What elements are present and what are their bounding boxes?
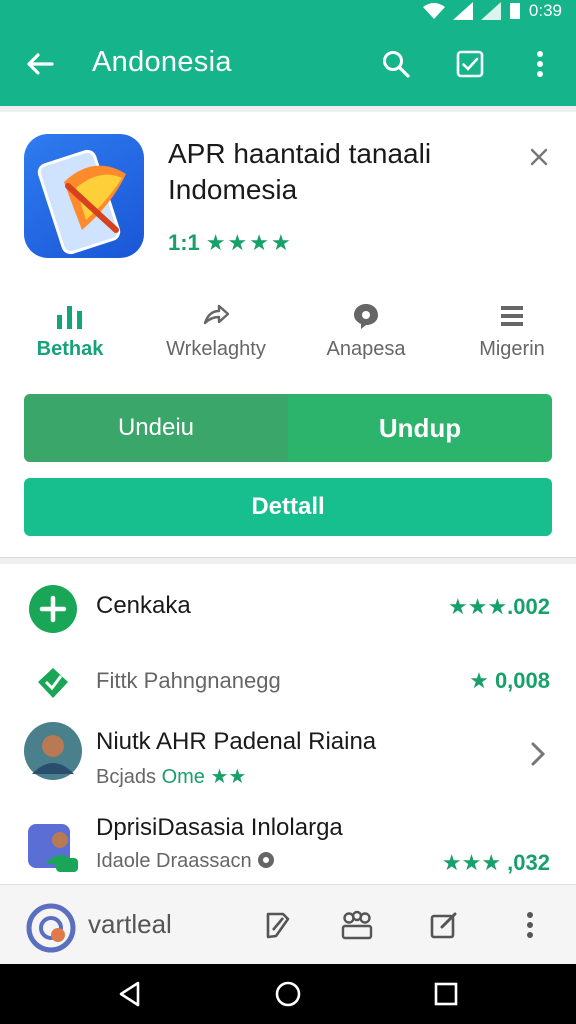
app-icon[interactable] xyxy=(24,134,144,258)
plus-circle-icon xyxy=(29,585,77,633)
metric-tabs: Bethak Wrkelaghty Anapesa Migerin xyxy=(0,298,576,378)
metric-label: Anapesa xyxy=(326,338,406,360)
list-icon xyxy=(501,306,523,326)
battery-icon xyxy=(509,3,520,19)
list-item-name: Niutk AHR Padenal Riaina xyxy=(96,728,377,755)
install-split-button: Undeiu Undup xyxy=(24,394,552,462)
metric-label: Wrkelaghty xyxy=(166,338,266,360)
more-vert-icon xyxy=(527,912,533,938)
avatar xyxy=(24,722,82,780)
list-item-name: Fittk Pahngnanegg xyxy=(96,668,281,693)
circle-home-icon xyxy=(275,981,301,1007)
wifi-icon xyxy=(422,3,445,19)
more-vert-icon xyxy=(537,51,543,77)
people-button[interactable] xyxy=(337,905,377,945)
status-bar: 0:39 xyxy=(0,0,576,24)
leaf-icon xyxy=(38,668,68,698)
metric-label: Migerin xyxy=(479,338,545,360)
search-button[interactable] xyxy=(376,44,416,84)
list-item-rating: ★★★ ,032 xyxy=(441,850,550,875)
app-card: APR haantaid tanaali Indomesia 1:1 ★★★★ … xyxy=(0,112,576,558)
nav-home-button[interactable] xyxy=(272,978,304,1010)
metric-tab-1[interactable]: Bethak xyxy=(0,298,140,361)
list-item-rating: ★★★.002 xyxy=(448,594,550,619)
app-list: Cenkaka ★★★.002 Fittk Pahngnanegg ★ 0,00… xyxy=(0,564,576,884)
list-item-name: DprisiDasasia Inlolarga xyxy=(96,814,343,841)
people-icon xyxy=(341,910,373,940)
rating-stars: ★★★★ xyxy=(205,230,293,255)
settings-badge-icon xyxy=(258,852,275,868)
compose-icon xyxy=(430,912,457,939)
metric-label: Bethak xyxy=(36,338,104,360)
list-item-name: Cenkaka xyxy=(96,592,191,619)
signal-icon xyxy=(452,2,473,20)
square-recents-icon xyxy=(434,982,458,1006)
chat-bubble-icon xyxy=(354,304,378,329)
edit-pencil-icon xyxy=(266,912,290,939)
list-item-subtitle: Bcjads Ome ★★ xyxy=(96,764,246,789)
list-item-subtitle-prefix: Idaole Draassacn xyxy=(96,850,252,872)
overflow-menu-button[interactable] xyxy=(520,44,560,84)
list-item-subtitle: Idaole Draassacn xyxy=(96,850,275,873)
nav-back-button[interactable] xyxy=(114,978,146,1010)
list-item[interactable]: Fittk Pahngnanegg ★ 0,008 xyxy=(0,660,576,710)
brand-name: vartleal xyxy=(88,909,172,939)
compose-button[interactable] xyxy=(424,905,464,945)
rating-value: 1:1 xyxy=(168,230,200,255)
list-item-rating: ★ 0,008 xyxy=(469,668,550,693)
back-button[interactable] xyxy=(22,46,58,82)
undo-button[interactable]: Undeiu xyxy=(24,394,288,462)
list-item[interactable]: Cenkaka ★★★.002 xyxy=(0,578,576,648)
status-time: 0:39 xyxy=(528,1,562,20)
system-nav-bar xyxy=(0,964,576,1024)
metric-tab-4[interactable]: Migerin xyxy=(442,298,576,361)
search-icon xyxy=(383,51,410,78)
bar-chart-icon xyxy=(57,306,82,329)
detail-button[interactable]: Dettall xyxy=(24,478,552,536)
list-item[interactable]: DprisiDasasia Inlolarga Idaole Draassacn… xyxy=(0,810,576,884)
bottom-overflow-button[interactable] xyxy=(510,905,550,945)
dismiss-button[interactable] xyxy=(524,142,554,172)
list-item-subtitle-badge: Ome ★★ xyxy=(161,766,247,788)
chevron-right-icon xyxy=(531,742,546,766)
nav-recents-button[interactable] xyxy=(430,978,462,1010)
close-icon xyxy=(530,148,548,166)
bottom-bar: vartleal xyxy=(0,884,576,964)
update-button[interactable]: Undup xyxy=(288,394,552,462)
metric-tab-3[interactable]: Anapesa xyxy=(296,298,436,361)
app-rating: 1:1 ★★★★ xyxy=(168,230,293,256)
metric-tab-2[interactable]: Wrkelaghty xyxy=(146,298,286,361)
signal-icon-2 xyxy=(480,2,501,20)
edit-button[interactable] xyxy=(258,905,298,945)
list-item-subtitle-prefix: Bcjads xyxy=(96,766,162,788)
checkbox-icon xyxy=(456,50,484,78)
list-item[interactable]: Niutk AHR Padenal Riaina Bcjads Ome ★★ xyxy=(0,718,576,794)
profile-card-icon xyxy=(28,824,78,872)
triangle-back-icon xyxy=(119,981,140,1007)
share-hand-icon xyxy=(203,304,230,325)
app-bar: Andonesia xyxy=(0,24,576,106)
status-icons: 0:39 xyxy=(422,1,562,21)
brand-logo[interactable] xyxy=(26,903,76,953)
check-button[interactable] xyxy=(450,44,490,84)
arrow-left-icon xyxy=(27,53,54,75)
phone-feather-icon xyxy=(37,149,126,255)
page-title: Andonesia xyxy=(92,46,232,78)
app-title: APR haantaid tanaali Indomesia xyxy=(168,138,432,205)
